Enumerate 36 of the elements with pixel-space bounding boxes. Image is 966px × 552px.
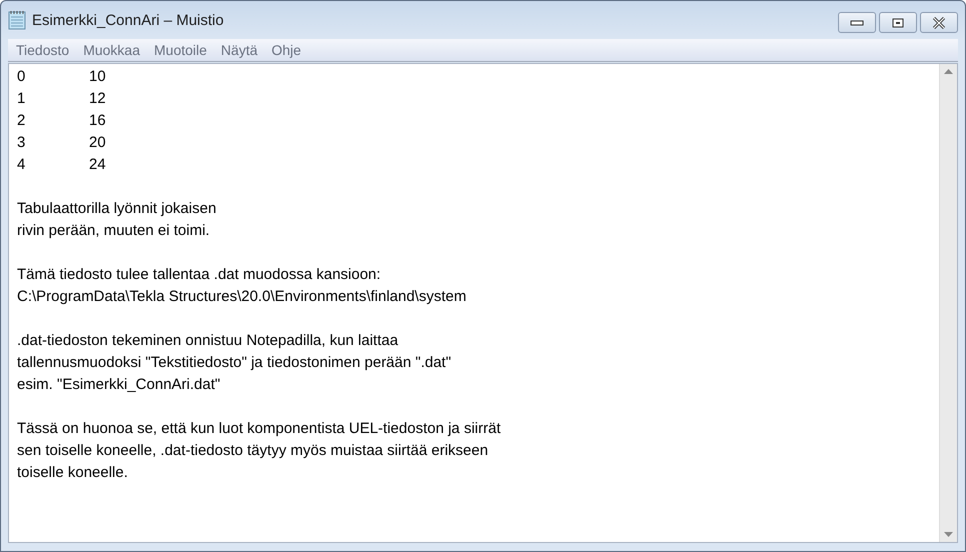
text-line: C:\ProgramData\Tekla Structures\20.0\Environments\finland\system (17, 287, 468, 307)
text-line: 4 (17, 155, 26, 175)
close-button[interactable] (920, 12, 958, 33)
menu-item[interactable]: Tiedosto (14, 42, 76, 58)
minimize-button[interactable] (838, 12, 876, 33)
menu-item[interactable]: Muokkaa (81, 42, 146, 58)
text-line: esim. "Esimerkki_ConnAri.dat" (17, 375, 222, 395)
text-line: 2 (17, 111, 26, 131)
window-title: Esimerkki_ConnAri – Muistio (32, 12, 225, 28)
text-line: toiselle koneelle. (17, 463, 129, 483)
text-line: tallennusmuodoksi "Tekstitiedosto" ja tiedostonimen perään ".dat" (17, 353, 452, 373)
text-line: sen toiselle koneelle, .dat-tiedosto täytyy myös muistaa siirtää erikseen (17, 441, 490, 461)
scroll-up-icon[interactable] (944, 69, 953, 74)
text-line: 12 (89, 89, 106, 109)
menu-item[interactable]: Näytä (218, 42, 264, 58)
scroll-bar[interactable] (939, 64, 957, 542)
maximize-button[interactable] (879, 12, 917, 33)
text-line: 3 (17, 133, 26, 153)
text-line: 0 (17, 67, 26, 87)
text-line: 1 (17, 89, 26, 109)
text-line: 20 (89, 133, 106, 153)
menu-item[interactable]: Muotoile (152, 42, 213, 58)
text-line: Tabulaattorilla lyönnit jokaisen (17, 199, 218, 219)
text-line: rivin perään, muuten ei toimi. (17, 221, 211, 241)
notepad-icon (8, 10, 26, 30)
maximize-icon (892, 18, 904, 28)
text-line: Tässä on huonoa se, että kun luot komponentista UEL-tiedoston ja siirrät (17, 419, 502, 439)
text-line: 10 (89, 67, 106, 87)
menu-item[interactable]: Ohje (270, 42, 308, 58)
text-line: .dat-tiedoston tekeminen onnistuu Notepadilla, kun laittaa (17, 331, 400, 351)
text-line: 16 (89, 111, 106, 131)
text-line: Tämä tiedosto tulee tallentaa .dat muodossa kansioon: (17, 265, 382, 285)
close-icon (932, 16, 946, 28)
text-line: 24 (89, 155, 106, 175)
minimize-icon (850, 20, 864, 26)
scroll-down-icon[interactable] (944, 532, 953, 537)
